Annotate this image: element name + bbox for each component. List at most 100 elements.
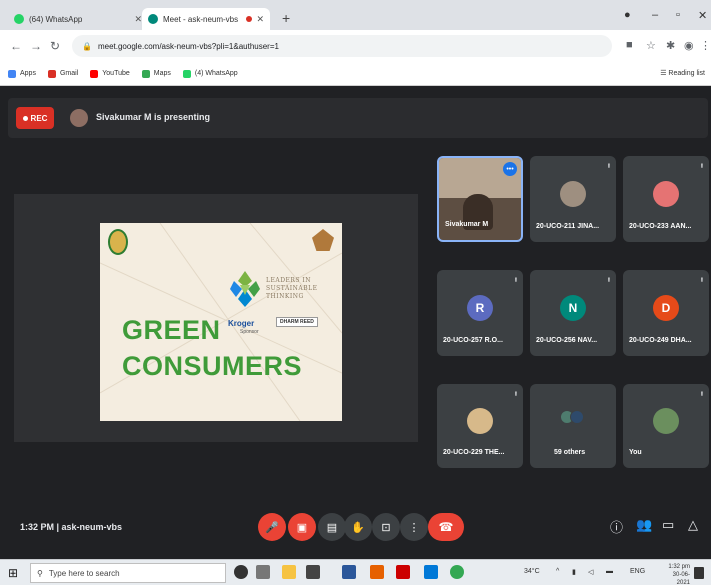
presenter-avatar <box>70 109 88 127</box>
tab-meet[interactable]: Meet - ask-neum-vbs ✕ <box>142 8 270 30</box>
photos-icon[interactable] <box>424 565 438 579</box>
camera-toggle-button[interactable]: ▣ <box>288 513 316 541</box>
profile-icon[interactable]: ● <box>624 9 631 21</box>
participant-tile[interactable]: Ꞌ 20-UCO-233 AAN... <box>623 156 709 242</box>
more-vert-icon: ⋮ <box>408 521 420 534</box>
presenting-text: Sivakumar M is presenting <box>96 112 211 122</box>
close-icon[interactable]: ✕ <box>134 14 142 25</box>
bookmark-gmail[interactable]: Gmail <box>47 69 79 78</box>
forward-icon[interactable]: → <box>30 39 42 53</box>
participant-tile[interactable]: Ꞌ 20-UCO-229 THE... <box>437 384 523 468</box>
meeting-details-button[interactable]: ⓘ <box>610 517 623 536</box>
recording-badge[interactable]: REC <box>16 107 54 129</box>
notifications-icon[interactable] <box>694 567 704 579</box>
participant-tile[interactable]: Ꞌ 20-UCO-211 JINA... <box>530 156 616 242</box>
mic-toggle-button[interactable]: 🎤 <box>258 513 286 541</box>
others-tile[interactable]: 59 others <box>530 384 616 468</box>
language-indicator[interactable]: ENG <box>630 568 645 575</box>
bookmark-label: (4) WhatsApp <box>194 70 238 77</box>
speaking-indicator-icon: ••• <box>503 162 517 176</box>
participant-avatar: D <box>653 294 679 321</box>
clock-date: 30-06-2021 <box>672 572 690 585</box>
kroger-sub: Sponsor <box>240 329 259 335</box>
captions-icon: ▤ <box>326 521 338 534</box>
bookmark-label: Gmail <box>59 70 79 77</box>
bookmark-label: Apps <box>20 70 36 77</box>
apps-icon <box>8 69 16 78</box>
menu-icon[interactable]: ⋮ <box>700 39 711 52</box>
meeting-time-code: 1:32 PM | ask-neum-vbs <box>20 522 123 532</box>
chat-button[interactable]: ▭ <box>662 517 674 533</box>
participant-name: 20-UCO-229 THE... <box>443 449 505 456</box>
taskbar-clock[interactable]: 1:32 pm 30-06-2021 <box>660 563 690 585</box>
info-icon: ⓘ <box>610 520 624 535</box>
firefox-icon[interactable] <box>370 565 384 579</box>
others-avatars <box>560 410 588 432</box>
participant-tile[interactable]: Ꞌ R 20-UCO-257 R.O... <box>437 270 523 356</box>
extensions-icon[interactable]: ✱ <box>666 39 675 52</box>
tray-expand-icon[interactable]: ^ <box>556 568 559 575</box>
search-icon: ⚲ <box>37 568 43 578</box>
weather-text[interactable]: 34°C <box>524 568 540 575</box>
camera-off-icon: ▣ <box>296 521 308 534</box>
participant-name: 20-UCO-211 JINA... <box>536 223 600 230</box>
self-tile[interactable]: Ꞌ You <box>623 384 709 468</box>
file-explorer-icon[interactable] <box>282 565 296 579</box>
leave-call-button[interactable]: ☎ <box>428 513 464 541</box>
bookmark-maps[interactable]: Maps <box>141 69 171 78</box>
whatsapp-icon <box>182 69 191 78</box>
maps-icon <box>141 69 150 78</box>
bookmark-youtube[interactable]: YouTube <box>90 69 130 78</box>
participant-tile[interactable]: Ꞌ N 20-UCO-256 NAV... <box>530 270 616 356</box>
captions-button[interactable]: ▤ <box>318 513 346 541</box>
browser-tab-bar: (64) WhatsApp ✕ Meet - ask-neum-vbs ✕ + … <box>0 0 711 30</box>
participant-photo <box>653 180 679 207</box>
bookmark-apps[interactable]: Apps <box>8 69 36 78</box>
tab-whatsapp[interactable]: (64) WhatsApp ✕ <box>8 8 148 30</box>
others-count: 59 others <box>554 449 586 456</box>
cortana-icon[interactable] <box>234 565 248 579</box>
participant-photo <box>560 180 586 207</box>
office-icon[interactable] <box>396 565 410 579</box>
clock-time: 1:32 pm <box>668 564 690 570</box>
reading-list-button[interactable]: ☰ Reading list <box>660 69 705 77</box>
participant-tile-presenter[interactable]: ••• Sivakumar M <box>437 156 523 242</box>
mic-off-icon: Ꞌ <box>700 390 703 400</box>
activities-button[interactable]: △ <box>688 517 698 533</box>
bookmark-whatsapp[interactable]: (4) WhatsApp <box>182 69 238 78</box>
bookmark-label: Maps <box>153 70 171 77</box>
people-button[interactable]: 👥 <box>636 517 652 533</box>
raise-hand-button[interactable]: ✋ <box>344 513 372 541</box>
account-avatar-icon[interactable]: ◉ <box>684 39 694 52</box>
windows-start-icon[interactable]: ⊞ <box>8 566 18 580</box>
new-tab-button[interactable]: + <box>282 10 290 26</box>
taskbar-search[interactable]: ⚲ Type here to search <box>30 563 226 583</box>
minimize-icon[interactable]: – <box>652 9 658 21</box>
chrome-icon[interactable] <box>450 565 464 579</box>
leaders-leaf-logo <box>230 271 260 307</box>
word-icon[interactable] <box>342 565 356 579</box>
present-icon: ⊡ <box>381 521 391 534</box>
participant-tile[interactable]: Ꞌ D 20-UCO-249 DHA... <box>623 270 709 356</box>
star-icon[interactable]: ☆ <box>646 39 656 52</box>
store-icon[interactable] <box>306 565 320 579</box>
network-icon[interactable]: ▮ <box>572 568 576 576</box>
back-icon[interactable]: ← <box>10 39 22 53</box>
battery-icon[interactable]: ▬ <box>606 568 613 575</box>
task-view-icon[interactable] <box>256 565 270 579</box>
record-dot-icon <box>22 115 28 121</box>
presentation-banner: REC Sivakumar M is presenting <box>8 98 708 138</box>
maximize-icon[interactable]: ▫ <box>676 9 680 21</box>
camera-icon[interactable]: ■ <box>626 39 633 51</box>
dharm-reed-logo: DHARM REED <box>276 317 318 327</box>
close-icon[interactable]: ✕ <box>256 14 264 25</box>
present-button[interactable]: ⊡ <box>372 513 400 541</box>
reload-icon[interactable]: ↻ <box>50 39 60 53</box>
url-field[interactable]: 🔒 meet.google.com/ask-neum-vbs?pli=1&aut… <box>72 35 612 57</box>
youtube-icon <box>90 69 99 78</box>
more-options-button[interactable]: ⋮ <box>400 513 428 541</box>
people-icon: 👥 <box>636 517 653 532</box>
window-close-icon[interactable]: ✕ <box>698 9 707 22</box>
recording-dot-icon <box>246 16 253 22</box>
volume-icon[interactable]: ◁ <box>588 568 593 576</box>
